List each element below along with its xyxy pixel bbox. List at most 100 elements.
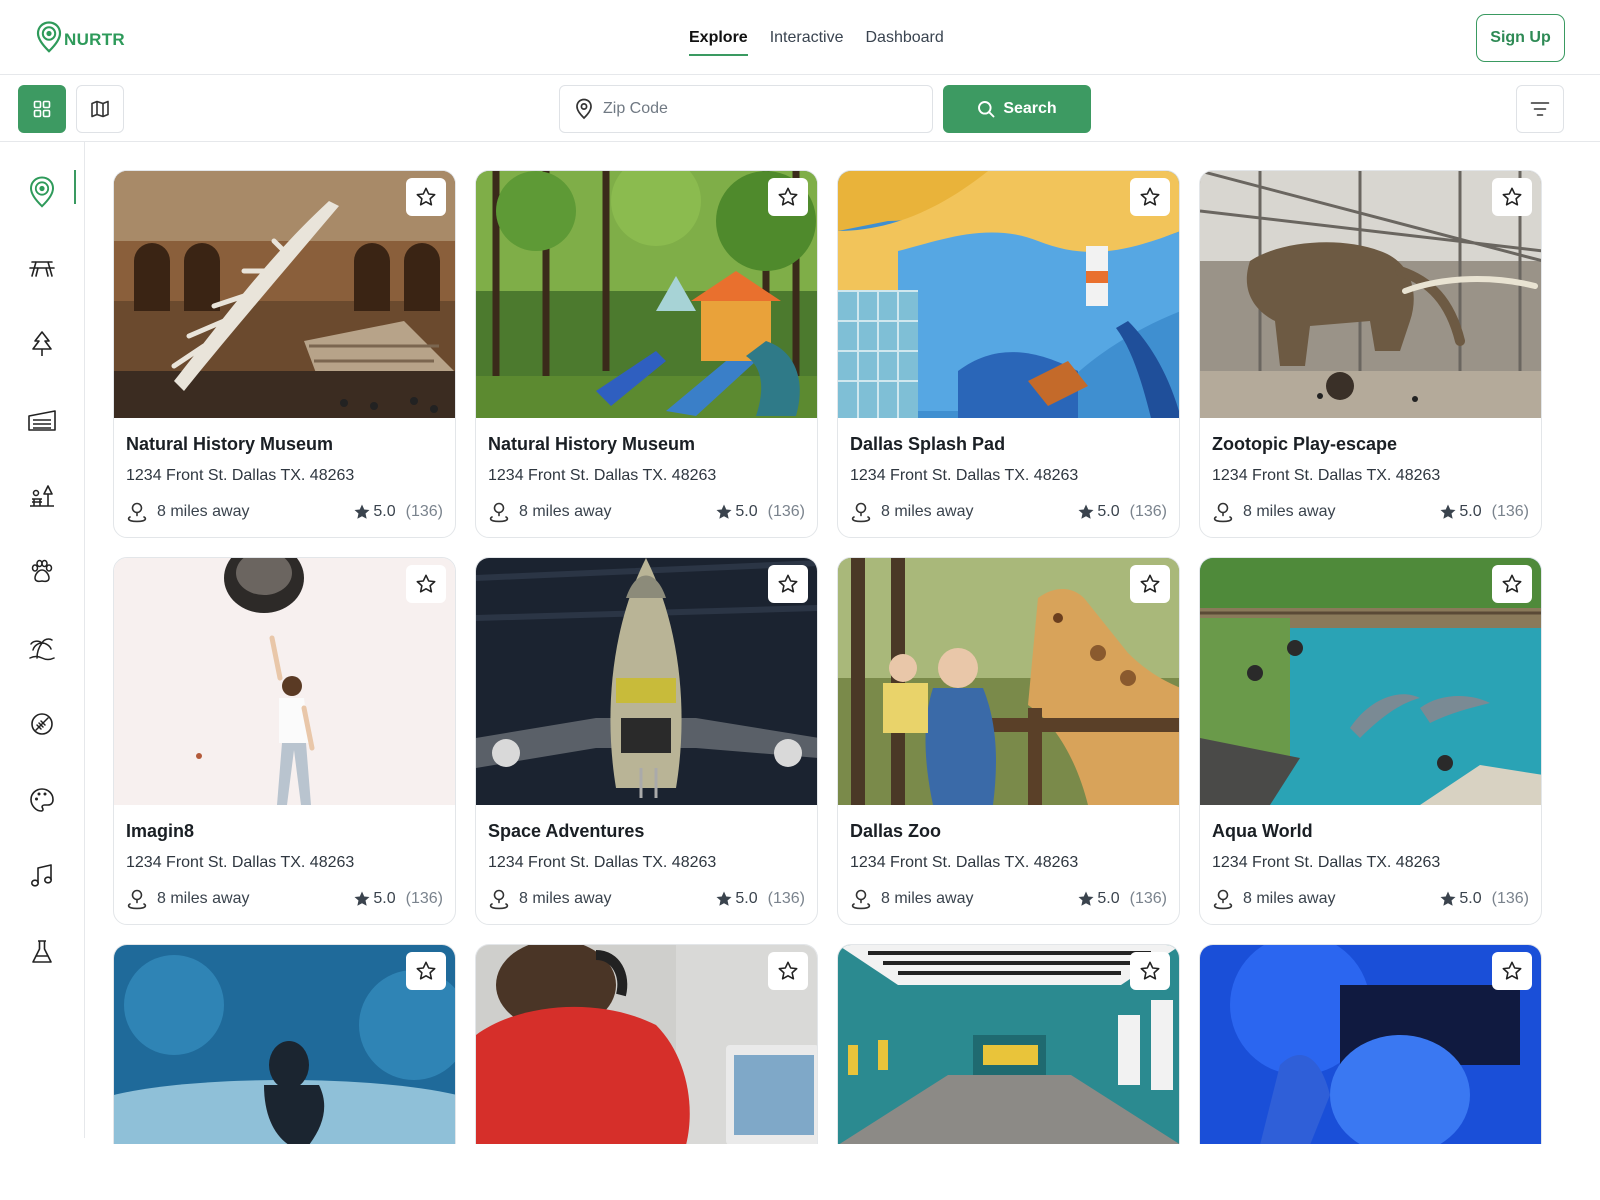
favorite-button[interactable] [1130, 565, 1170, 603]
distance: 8 miles away [850, 501, 973, 523]
star-filled-icon [354, 891, 370, 906]
review-count: (136) [1129, 503, 1167, 520]
zip-code-field[interactable] [559, 85, 933, 133]
zip-code-input[interactable] [603, 100, 903, 118]
favorite-button[interactable] [768, 565, 808, 603]
rating: 5.0 (136) [1439, 503, 1529, 521]
result-card[interactable]: Natural History Museum 1234 Front St. Da… [475, 170, 818, 538]
football-icon [31, 713, 53, 735]
science-flask-icon [32, 940, 52, 963]
nav-explore[interactable]: Explore [678, 0, 759, 75]
rating: 5.0 (136) [715, 503, 805, 521]
card-meta: 8 miles away 5.0 (136) [126, 887, 443, 911]
card-title: Imagin8 [126, 821, 195, 841]
favorite-button[interactable] [1492, 952, 1532, 990]
category-animals[interactable] [22, 552, 62, 592]
favorite-button[interactable] [1492, 565, 1532, 603]
rating-value: 5.0 [1459, 503, 1482, 520]
nav-interactive[interactable]: Interactive [759, 0, 855, 75]
card-image [1200, 171, 1541, 418]
card-image [838, 945, 1179, 1144]
favorite-button[interactable] [768, 952, 808, 990]
favorite-button[interactable] [406, 178, 446, 216]
star-filled-icon [1440, 891, 1456, 906]
favorite-button[interactable] [406, 565, 446, 603]
review-count: (136) [1491, 503, 1529, 520]
distance-text: 8 miles away [157, 503, 250, 520]
favorite-button[interactable] [1130, 952, 1170, 990]
active-category-indicator [74, 170, 76, 204]
category-arts[interactable] [22, 780, 62, 820]
result-card[interactable]: Dallas Splash Pad 1234 Front St. Dallas … [837, 170, 1180, 538]
indoor-venue-icon [28, 410, 56, 431]
category-parks[interactable] [22, 476, 62, 516]
result-card[interactable]: Space Adventures 1234 Front St. Dallas T… [475, 557, 818, 925]
category-picnic[interactable] [22, 248, 62, 288]
favorite-button[interactable] [406, 952, 446, 990]
review-count: (136) [767, 503, 805, 520]
category-beach[interactable] [22, 628, 62, 668]
category-music[interactable] [22, 856, 62, 896]
category-all-locations[interactable] [22, 172, 62, 212]
result-card[interactable]: Zootopic Play-escape 1234 Front St. Dall… [1199, 170, 1542, 538]
star-outline-icon [778, 574, 798, 593]
star-filled-icon [354, 504, 370, 519]
category-science[interactable] [22, 932, 62, 972]
distance: 8 miles away [1212, 888, 1335, 910]
person-location-icon [127, 502, 147, 523]
card-meta: 8 miles away 5.0 (136) [1212, 500, 1529, 524]
favorite-button[interactable] [1130, 178, 1170, 216]
distance: 8 miles away [126, 501, 249, 523]
filter-button[interactable] [1516, 85, 1564, 133]
location-pin-logo-icon [36, 21, 62, 58]
result-card[interactable]: Natural History Museum 1234 Front St. Da… [113, 170, 456, 538]
review-count: (136) [405, 503, 443, 520]
rating: 5.0 (136) [353, 890, 443, 908]
star-outline-icon [778, 961, 798, 980]
card-title: Aqua World [1212, 821, 1313, 841]
person-location-icon [851, 502, 871, 523]
card-image [1200, 558, 1541, 805]
category-nature[interactable] [22, 324, 62, 364]
card-address: 1234 Front St. Dallas TX. 48263 [126, 854, 355, 871]
star-outline-icon [1502, 187, 1522, 206]
result-card[interactable] [1199, 944, 1542, 1144]
review-count: (136) [1129, 890, 1167, 907]
card-image [838, 558, 1179, 805]
result-card[interactable] [837, 944, 1180, 1144]
toolbar: Search [0, 75, 1600, 142]
logo[interactable]: NURTR [36, 21, 125, 58]
card-meta: 8 miles away 5.0 (136) [488, 887, 805, 911]
review-count: (136) [1491, 890, 1529, 907]
card-title: Dallas Splash Pad [850, 434, 1006, 454]
favorite-button[interactable] [1492, 178, 1532, 216]
beach-icon [29, 638, 55, 661]
category-indoor[interactable] [22, 400, 62, 440]
review-count: (136) [405, 890, 443, 907]
distance-text: 8 miles away [519, 890, 612, 907]
category-sports[interactable] [22, 704, 62, 744]
rating: 5.0 (136) [353, 503, 443, 521]
tree-icon [32, 331, 52, 356]
result-card[interactable] [475, 944, 818, 1144]
favorite-button[interactable] [768, 178, 808, 216]
nav-dashboard[interactable]: Dashboard [855, 0, 955, 75]
rating: 5.0 (136) [1077, 890, 1167, 908]
search-button[interactable]: Search [943, 85, 1091, 133]
result-card[interactable] [113, 944, 456, 1144]
logo-text: NURTR [64, 29, 125, 49]
card-image [838, 171, 1179, 418]
card-address: 1234 Front St. Dallas TX. 48263 [126, 467, 355, 484]
star-outline-icon [1140, 187, 1160, 206]
result-card[interactable]: Dallas Zoo 1234 Front St. Dallas TX. 482… [837, 557, 1180, 925]
grid-view-button[interactable] [18, 85, 66, 133]
result-card[interactable]: Aqua World 1234 Front St. Dallas TX. 482… [1199, 557, 1542, 925]
map-view-button[interactable] [76, 85, 124, 133]
person-location-icon [1213, 889, 1233, 910]
card-title: Zootopic Play-escape [1212, 434, 1398, 454]
star-outline-icon [1140, 574, 1160, 593]
card-image [114, 945, 455, 1144]
category-sidebar [0, 142, 85, 1138]
result-card[interactable]: Imagin8 1234 Front St. Dallas TX. 48263 … [113, 557, 456, 925]
sign-up-button[interactable]: Sign Up [1476, 14, 1565, 62]
